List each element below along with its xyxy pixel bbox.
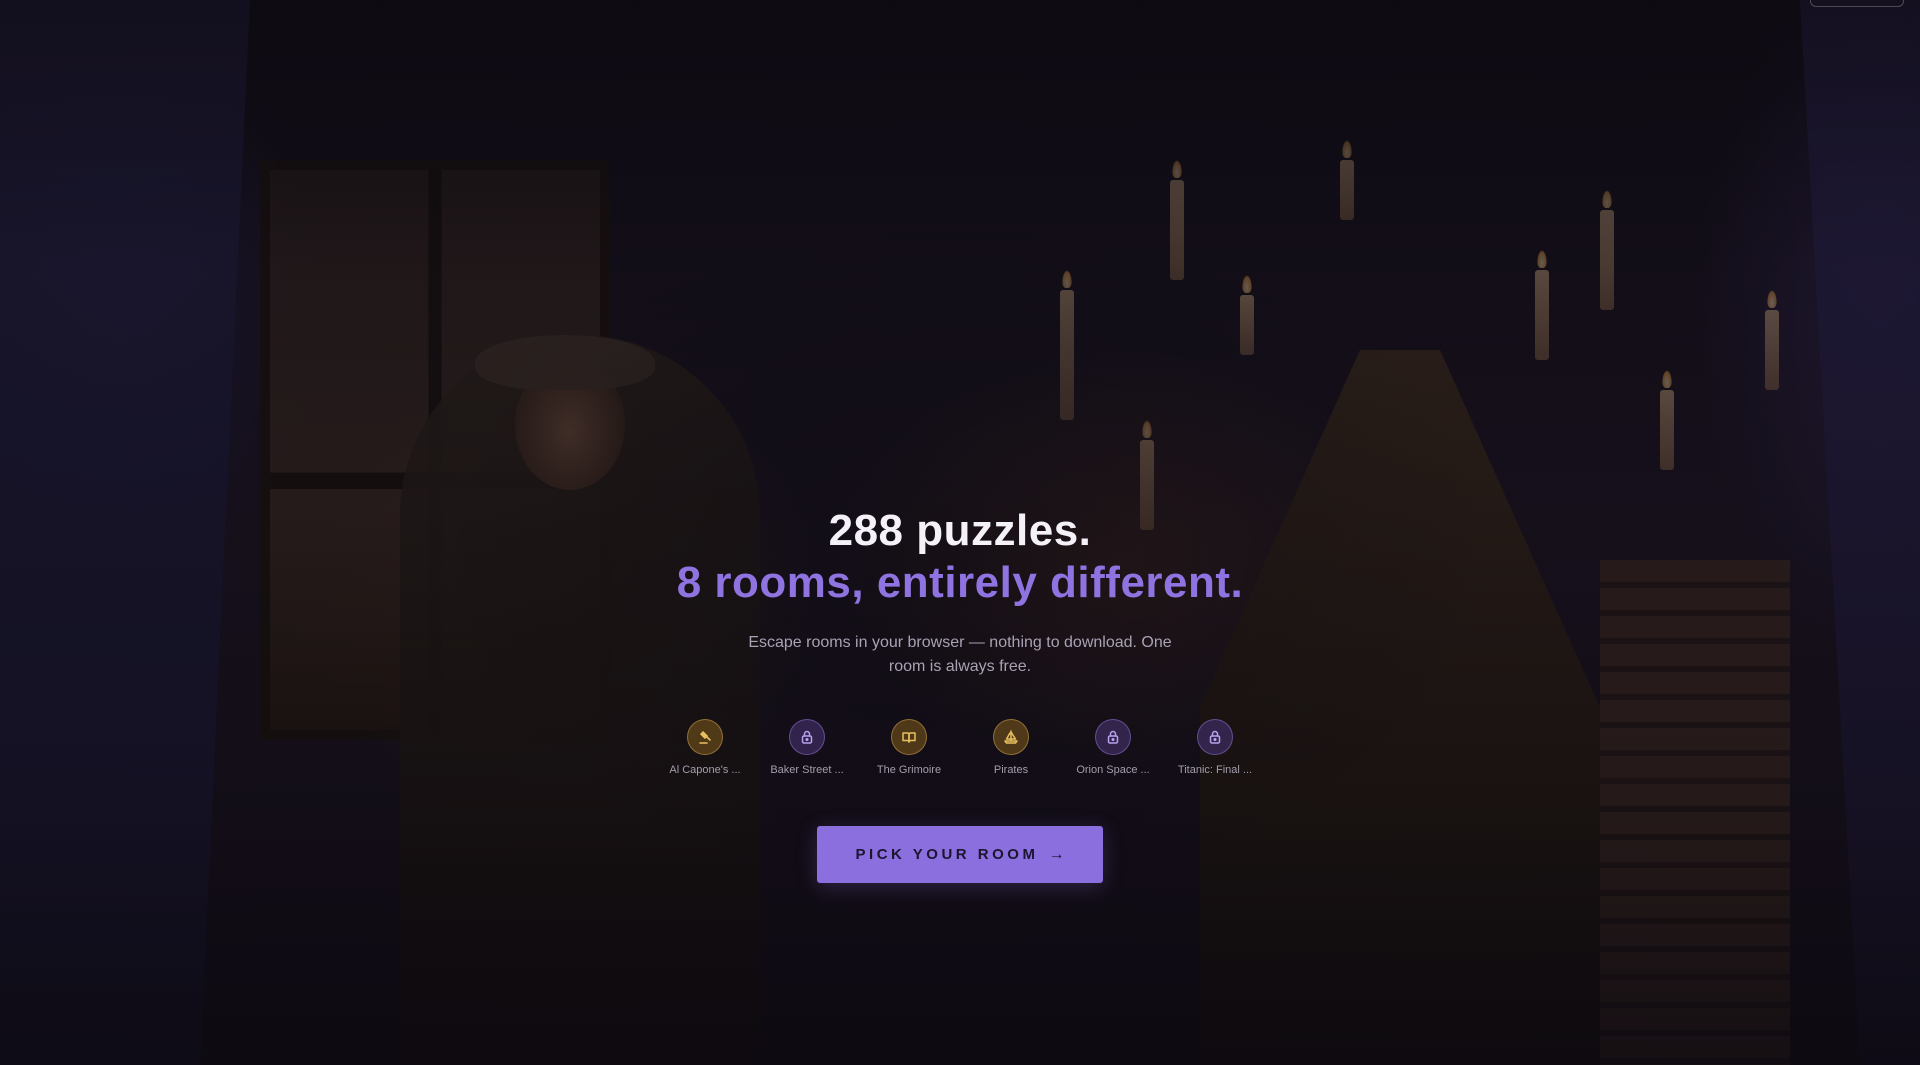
room-item-the-grimoire[interactable]: The Grimoire xyxy=(869,719,949,776)
room-list: Al Capone's ... Baker Street ... The Gri… xyxy=(0,719,1920,776)
sailboat-icon xyxy=(993,719,1029,755)
candle xyxy=(1340,140,1354,220)
book-icon xyxy=(891,719,927,755)
lock-icon xyxy=(1095,719,1131,755)
room-label: Al Capone's ... xyxy=(669,764,741,776)
lock-icon xyxy=(1197,719,1233,755)
headline-primary: 288 puzzles. xyxy=(828,506,1092,555)
top-right-menu-button[interactable] xyxy=(1810,0,1904,7)
room-item-pirates[interactable]: Pirates xyxy=(971,719,1051,776)
hero-section: 288 puzzles. 8 rooms, entirely different… xyxy=(0,505,1920,883)
gavel-icon xyxy=(687,719,723,755)
room-item-al-capone[interactable]: Al Capone's ... xyxy=(665,719,745,776)
room-item-titanic[interactable]: Titanic: Final ... xyxy=(1175,719,1255,776)
room-label: The Grimoire xyxy=(876,764,942,776)
hero-subtext: Escape rooms in your browser — nothing t… xyxy=(748,634,1172,675)
headline-accent: 8 rooms, entirely different. xyxy=(676,558,1244,607)
fedora-hat xyxy=(475,335,655,390)
room-label: Orion Space ... xyxy=(1076,764,1150,776)
candle xyxy=(1060,270,1074,420)
arrow-right-icon: → xyxy=(1048,845,1065,863)
cta-label: PICK YOUR ROOM xyxy=(855,846,1039,863)
room-label: Baker Street ... xyxy=(770,764,844,776)
pick-your-room-button[interactable]: PICK YOUR ROOM → xyxy=(817,826,1103,883)
room-label: Titanic: Final ... xyxy=(1177,764,1253,776)
candle xyxy=(1600,190,1614,310)
lock-icon xyxy=(789,719,825,755)
candle xyxy=(1765,290,1779,390)
landing-page: 288 puzzles. 8 rooms, entirely different… xyxy=(0,0,1920,1065)
candle xyxy=(1240,275,1254,355)
candle xyxy=(1660,370,1674,470)
room-item-orion-space[interactable]: Orion Space ... xyxy=(1073,719,1153,776)
gangster-head xyxy=(515,360,625,490)
candle xyxy=(1170,160,1184,280)
room-label: Pirates xyxy=(993,764,1029,776)
room-item-baker-street[interactable]: Baker Street ... xyxy=(767,719,847,776)
candle xyxy=(1535,250,1549,360)
